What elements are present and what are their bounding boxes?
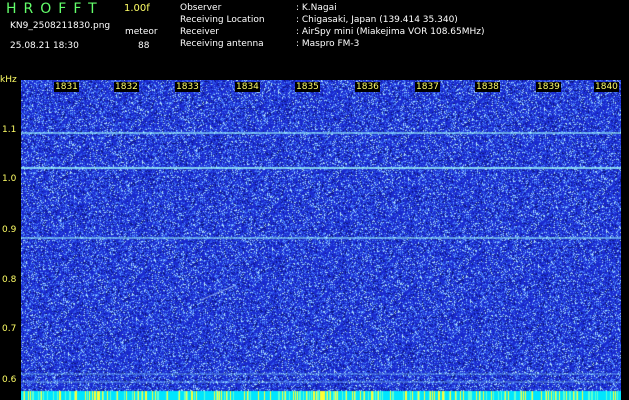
receiver-value: : AirSpy mini (Miakejima VOR 108.65MHz) xyxy=(296,27,485,37)
x-tick-label: 1833 xyxy=(175,82,200,92)
header-panel: HROFFT 1.00f KN9_2508211830.png meteor 2… xyxy=(0,0,629,85)
y-tick-label: 0.8 xyxy=(2,275,17,285)
meteor-count: 88 xyxy=(138,41,150,51)
y-tick-label: 1.0 xyxy=(2,174,17,184)
app-version: 1.00f xyxy=(124,3,150,14)
location-label: Receiving Location xyxy=(180,15,265,25)
x-tick-label: 1837 xyxy=(415,82,440,92)
x-tick-label: 1840 xyxy=(594,82,619,92)
y-tick-label: 1.1 xyxy=(2,125,17,135)
x-tick-label: 1834 xyxy=(235,82,260,92)
x-tick-label: 1838 xyxy=(475,82,500,92)
spectrogram-canvas xyxy=(21,80,621,400)
x-tick-label: 1836 xyxy=(355,82,380,92)
observer-label: Observer xyxy=(180,3,222,13)
y-tick-label: 0.9 xyxy=(2,225,17,235)
app-logo: HROFFT xyxy=(6,1,104,17)
y-axis-unit: kHz xyxy=(0,75,17,85)
x-tick-label: 1835 xyxy=(295,82,320,92)
file-name: KN9_2508211830.png xyxy=(10,21,111,31)
y-tick-label: 0.7 xyxy=(2,324,17,334)
x-tick-label: 1832 xyxy=(114,82,139,92)
x-tick-label: 1839 xyxy=(536,82,561,92)
capture-datetime: 25.08.21 18:30 xyxy=(10,41,79,51)
antenna-value: : Maspro FM-3 xyxy=(296,39,360,49)
y-tick-label: 0.6 xyxy=(2,375,17,385)
location-value: : Chigasaki, Japan (139.414 35.340) xyxy=(296,15,458,25)
meteor-label: meteor xyxy=(125,27,158,37)
x-tick-label: 1831 xyxy=(54,82,79,92)
antenna-label: Receiving antenna xyxy=(180,39,264,49)
receiver-label: Receiver xyxy=(180,27,219,37)
observer-value: : K.Nagai xyxy=(296,3,337,13)
